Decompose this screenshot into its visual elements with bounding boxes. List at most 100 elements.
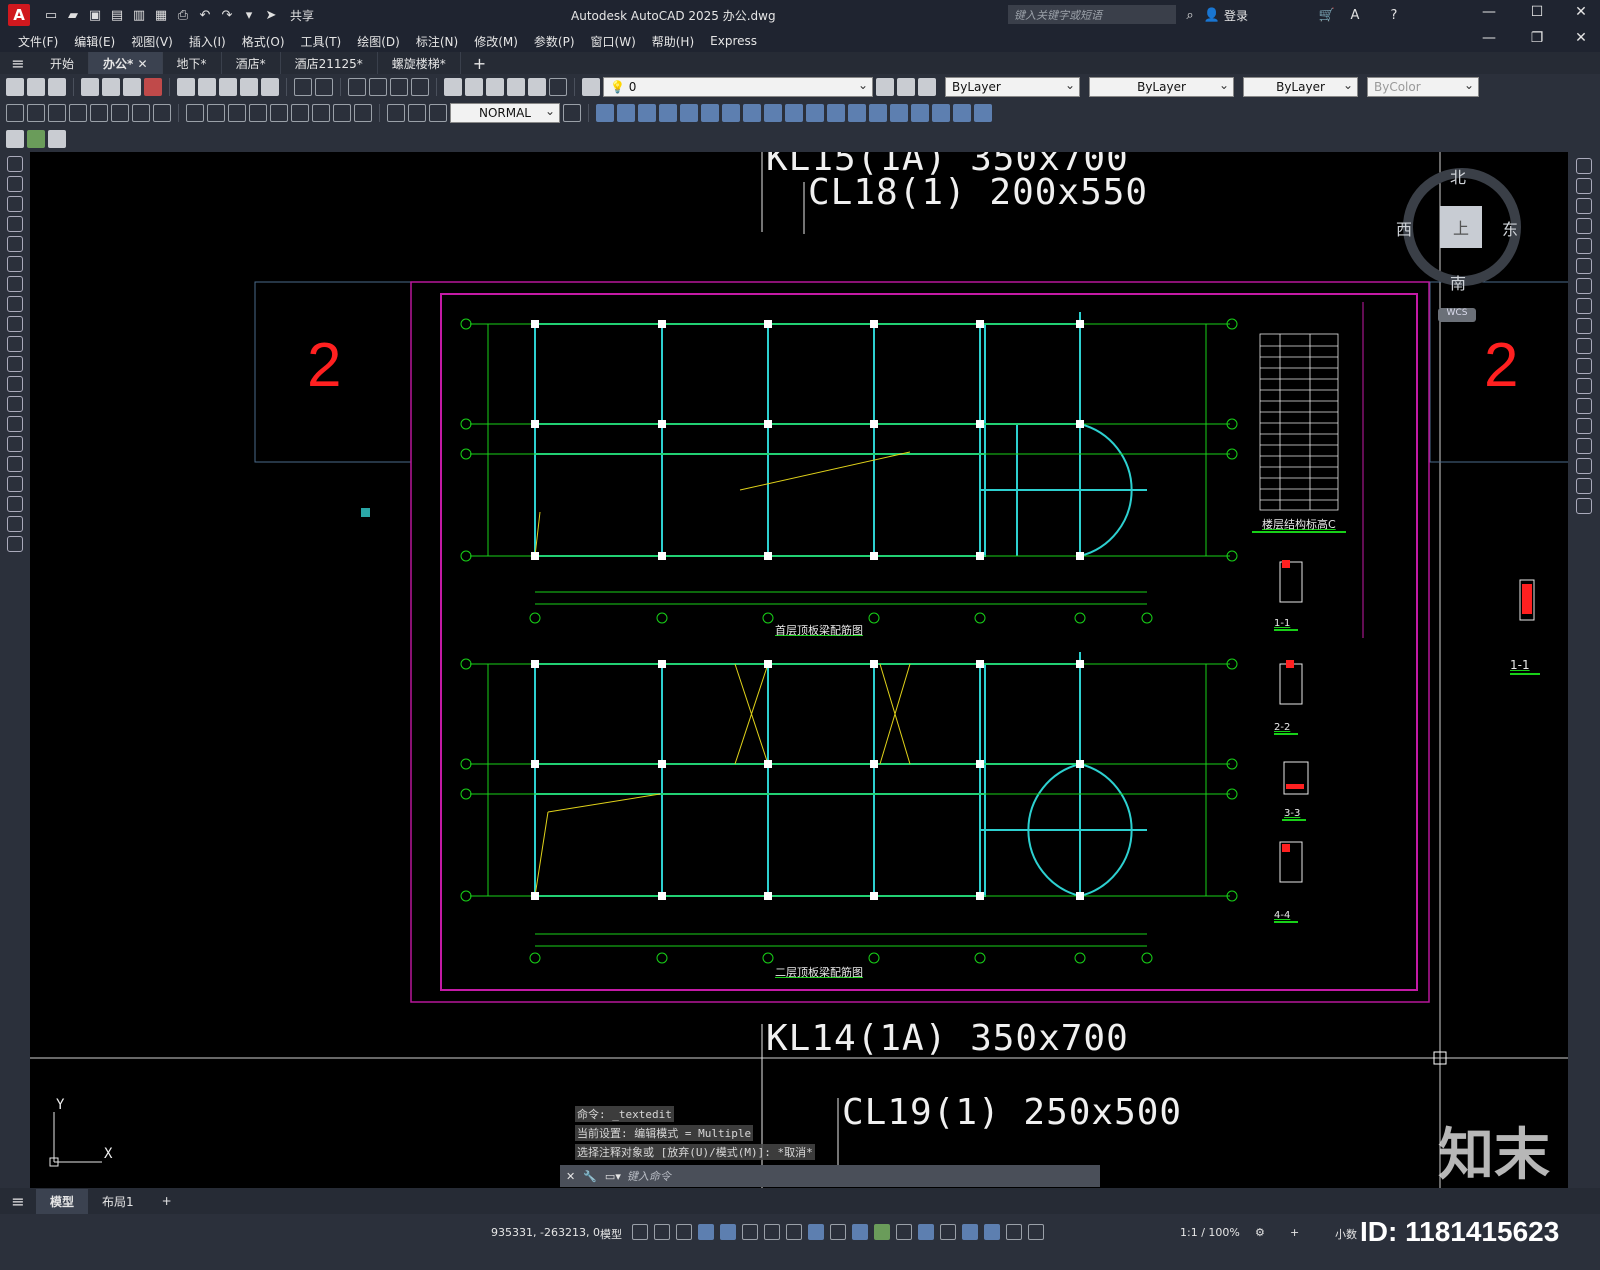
circle-icon[interactable]	[7, 276, 23, 292]
scale-icon[interactable]	[1576, 298, 1592, 314]
plot-icon[interactable]	[81, 78, 99, 96]
autodesk-app-icon[interactable]: A	[1346, 6, 1364, 24]
search-input[interactable]: 键入关键字或短语	[1008, 5, 1176, 24]
edit-attribute-icon[interactable]	[6, 130, 24, 148]
stretch-icon[interactable]	[1576, 318, 1592, 334]
viewcube-top-face[interactable]: 上	[1440, 206, 1482, 248]
layer-previous-icon[interactable]	[897, 78, 915, 96]
annotation-scale-dropdown[interactable]: 1:1 / 100%	[1180, 1226, 1240, 1239]
radius-dim-icon[interactable]	[90, 104, 108, 122]
arc-length-icon[interactable]	[48, 104, 66, 122]
doc-restore-icon[interactable]: ❐	[1522, 30, 1552, 52]
array-icon[interactable]	[1576, 238, 1592, 254]
ucs-z-icon[interactable]	[827, 104, 845, 122]
section-3-3-label[interactable]: 3-3	[1284, 808, 1300, 819]
ucs-origin-icon[interactable]	[722, 104, 740, 122]
free-orbit-icon[interactable]	[911, 104, 929, 122]
3d-print-icon[interactable]	[144, 78, 162, 96]
auto-scale-icon[interactable]	[1006, 1224, 1022, 1240]
command-input[interactable]: 键入命令	[627, 1168, 671, 1184]
grid-icon[interactable]	[632, 1224, 648, 1240]
gizmo-icon[interactable]	[962, 1224, 978, 1240]
doc-close-icon[interactable]: ✕	[1566, 30, 1596, 52]
menu-parametric[interactable]: 参数(P)	[528, 33, 585, 50]
text-style-dropdown[interactable]: NORMAL	[450, 103, 560, 123]
tab-hotel[interactable]: 酒店*	[222, 52, 281, 74]
diameter-dim-icon[interactable]	[132, 104, 150, 122]
plan1-title[interactable]: 首层顶板梁配筋图	[775, 622, 863, 638]
continue-dim-icon[interactable]	[228, 104, 246, 122]
add-layout-icon[interactable]: +	[148, 1190, 186, 1212]
viewcube-east[interactable]: 东	[1502, 216, 1518, 240]
tolerance-icon[interactable]	[291, 104, 309, 122]
redo-icon[interactable]: ↷	[218, 6, 236, 24]
plot-icon[interactable]: ▦	[152, 6, 170, 24]
snap-icon[interactable]	[654, 1224, 670, 1240]
ucs-world-icon[interactable]	[617, 104, 635, 122]
axis-marker-right[interactable]: 2	[1484, 330, 1518, 401]
hatch-icon[interactable]	[7, 436, 23, 452]
infer-constraints-icon[interactable]	[676, 1224, 692, 1240]
object-snap-tracking-icon[interactable]	[786, 1224, 802, 1240]
blend-icon[interactable]	[1576, 478, 1592, 494]
explode-icon[interactable]	[1576, 498, 1592, 514]
construction-line-icon[interactable]	[7, 176, 23, 192]
inspection-icon[interactable]	[333, 104, 351, 122]
aligned-dim-icon[interactable]	[27, 104, 45, 122]
menu-edit[interactable]: 编辑(E)	[68, 33, 125, 50]
ucs-3point-icon[interactable]	[764, 104, 782, 122]
pan-icon[interactable]	[348, 78, 366, 96]
layer-properties-icon[interactable]	[582, 78, 600, 96]
minimize-icon[interactable]: —	[1474, 4, 1504, 26]
undo-icon[interactable]: ↶	[196, 6, 214, 24]
new-file-icon[interactable]: ▭	[42, 6, 60, 24]
lineweight-dropdown[interactable]: ByLayer	[1243, 77, 1358, 97]
publish-icon[interactable]	[123, 78, 141, 96]
menu-tools[interactable]: 工具(T)	[295, 33, 352, 50]
dynamic-input-icon[interactable]	[698, 1224, 714, 1240]
beam-label-kl14[interactable]: KL14(1A) 350x700	[766, 1018, 1129, 1059]
dim-text-edit-icon[interactable]	[408, 104, 426, 122]
menu-modify[interactable]: 修改(M)	[468, 33, 528, 50]
orbit-icon[interactable]	[890, 104, 908, 122]
open-icon[interactable]	[27, 78, 45, 96]
point-icon[interactable]	[7, 416, 23, 432]
menu-insert[interactable]: 插入(I)	[183, 33, 236, 50]
viewcube-south[interactable]: 南	[1450, 270, 1466, 294]
save-icon[interactable]: ▣	[86, 6, 104, 24]
named-ucs-icon[interactable]	[869, 104, 887, 122]
wcs-menu[interactable]: WCS	[1438, 308, 1476, 322]
menu-file[interactable]: 文件(F)	[12, 33, 68, 50]
ucs-zaxis-icon[interactable]	[743, 104, 761, 122]
menu-express[interactable]: Express	[704, 34, 767, 48]
section-1-1-label[interactable]: 1-1	[1274, 618, 1290, 629]
chamfer-icon[interactable]	[1576, 438, 1592, 454]
linear-dim-icon[interactable]	[6, 104, 24, 122]
elevation-table-title[interactable]: 楼层结构标高C	[1262, 516, 1336, 532]
drawing-canvas[interactable]: KL15(1A) 350x700 CL18(1) 200x550 KL14(1A…	[30, 152, 1568, 1188]
quick-dim-icon[interactable]	[186, 104, 204, 122]
command-customize-icon[interactable]: 🔧	[583, 1170, 597, 1183]
share-icon[interactable]: ➤	[262, 6, 280, 24]
viewcube-west[interactable]: 西	[1396, 216, 1412, 240]
tool-palettes-icon[interactable]	[486, 78, 504, 96]
erase-icon[interactable]	[1576, 158, 1592, 174]
revcloud-icon[interactable]	[7, 296, 23, 312]
move-icon[interactable]	[1576, 258, 1592, 274]
join-icon[interactable]	[1576, 418, 1592, 434]
3d-osnap-icon[interactable]	[896, 1224, 912, 1240]
jogged-dim-icon[interactable]	[111, 104, 129, 122]
doc-minimize-icon[interactable]: —	[1474, 30, 1504, 52]
table-icon[interactable]	[7, 496, 23, 512]
section-2-2-label[interactable]: 2-2	[1274, 722, 1290, 733]
tab-basement[interactable]: 地下*	[163, 52, 222, 74]
jogged-linear-icon[interactable]	[354, 104, 372, 122]
beam-label-cl18[interactable]: CL18(1) 200x550	[808, 172, 1148, 213]
ucs-apply-icon[interactable]	[848, 104, 866, 122]
polar-tracking-icon[interactable]	[742, 1224, 758, 1240]
cut-icon[interactable]	[177, 78, 195, 96]
walk-icon[interactable]	[953, 104, 971, 122]
axis-marker-left[interactable]: 2	[307, 330, 341, 401]
gradient-icon[interactable]	[7, 456, 23, 472]
user-icon[interactable]: 👤	[1203, 6, 1221, 24]
